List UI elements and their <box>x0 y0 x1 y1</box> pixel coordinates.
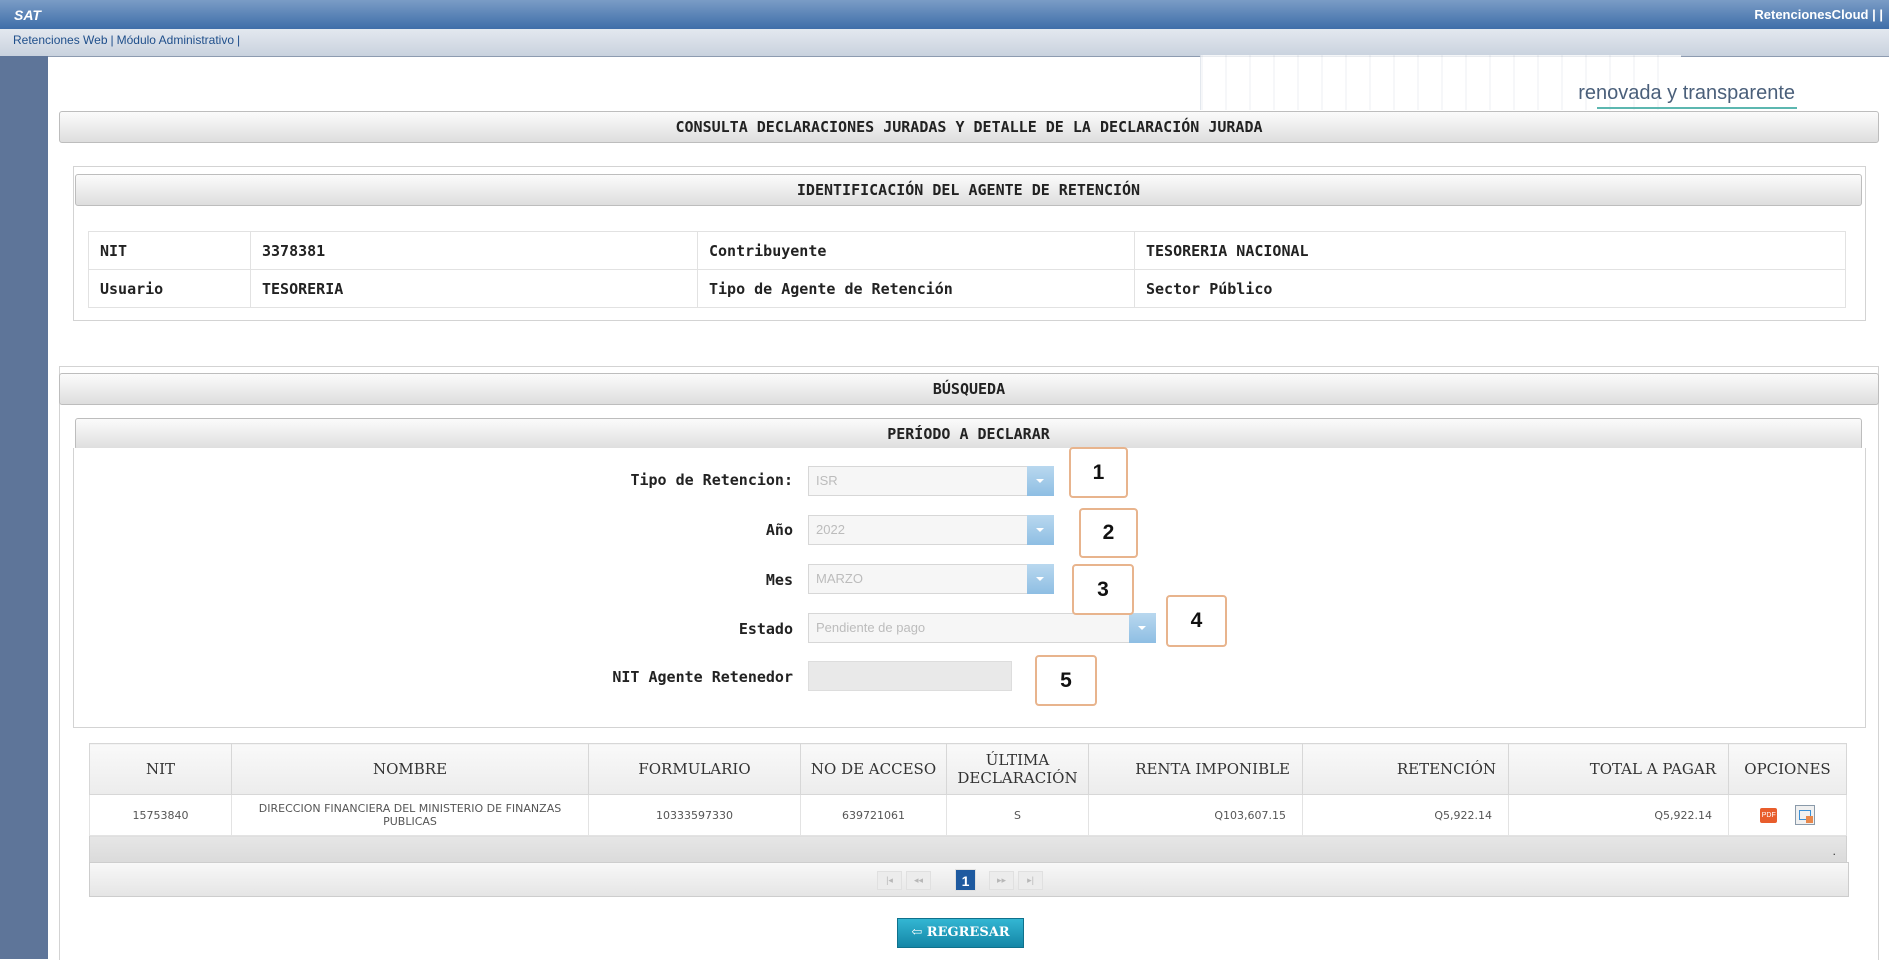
chevron-down-icon[interactable] <box>1027 466 1054 496</box>
nit-agente-input[interactable] <box>808 661 1012 691</box>
table-row[interactable]: 15753840 DIRECCION FINANCIERA DEL MINIST… <box>89 794 1847 836</box>
nit-agente-label: NIT Agente Retenedor <box>612 668 793 686</box>
pager-next-button[interactable]: ▸▸ <box>989 871 1014 890</box>
annotation-badge-3: 3 <box>1072 564 1134 615</box>
header-nombre[interactable]: NOMBRE <box>231 743 589 795</box>
periodo-title-bar: PERÍODO A DECLARAR <box>75 418 1862 450</box>
mes-value: MARZO <box>816 571 863 586</box>
identificacion-title: IDENTIFICACIÓN DEL AGENTE DE RETENCIÓN <box>796 181 1141 199</box>
nav-item-retenciones-web[interactable]: Retenciones Web <box>13 33 108 47</box>
nav-item-modulo-administrativo[interactable]: Módulo Administrativo <box>117 33 234 47</box>
tipo-retencion-select[interactable]: ISR <box>808 466 1054 496</box>
info-label-usuario: Usuario <box>88 269 251 308</box>
info-value-tipo-agente: Sector Público <box>1134 269 1846 308</box>
results-table: NIT NOMBRE FORMULARIO NO DE ACCESO ÚLTIM… <box>89 743 1847 868</box>
header-nit[interactable]: NIT <box>89 743 232 795</box>
pager-current-page[interactable]: 1 <box>955 869 976 891</box>
info-label-nit: NIT <box>88 231 251 270</box>
annotation-badge-4: 4 <box>1166 595 1227 647</box>
slogan-underline <box>1597 107 1797 109</box>
header-formulario[interactable]: FORMULARIO <box>588 743 801 795</box>
tipo-retencion-value: ISR <box>816 473 838 488</box>
identificacion-table: NIT 3378381 Contribuyente TESORERIA NACI… <box>88 231 1846 308</box>
cell-nombre: DIRECCION FINANCIERA DEL MINISTERIO DE F… <box>231 794 589 836</box>
tipo-retencion-label: Tipo de Retencion: <box>630 471 793 489</box>
sat-logo: SAT <box>14 7 41 23</box>
estado-select[interactable]: Pendiente de pago <box>808 613 1156 643</box>
busqueda-title-bar: BÚSQUEDA <box>59 373 1879 405</box>
anio-value: 2022 <box>816 522 845 537</box>
app-name: RetencionesCloud | | <box>1754 7 1883 22</box>
info-value-contribuyente: TESORERIA NACIONAL <box>1134 231 1846 270</box>
identificacion-title-bar: IDENTIFICACIÓN DEL AGENTE DE RETENCIÓN <box>75 174 1862 206</box>
periodo-title: PERÍODO A DECLARAR <box>887 425 1050 443</box>
cell-nit: 15753840 <box>89 794 232 836</box>
info-label-tipo-agente: Tipo de Agente de Retención <box>697 269 1135 308</box>
pdf-icon[interactable]: PDF <box>1760 807 1778 823</box>
header-total-a-pagar[interactable]: TOTAL A PAGAR <box>1508 743 1729 795</box>
cell-opciones: PDF <box>1728 794 1847 836</box>
slogan: renovada y transparente <box>1578 82 1795 104</box>
info-value-usuario: TESORERIA <box>250 269 698 308</box>
anio-label: Año <box>765 521 793 539</box>
busqueda-title: BÚSQUEDA <box>932 380 1006 398</box>
cell-renta-imponible: Q103,607.15 <box>1088 794 1303 836</box>
top-bar: SAT RetencionesCloud | | <box>0 0 1889 29</box>
page-title: CONSULTA DECLARACIONES JURADAS Y DETALLE… <box>675 118 1263 136</box>
pager-prev-button[interactable]: ◂◂ <box>906 871 931 890</box>
mes-label: Mes <box>765 571 793 589</box>
pagination: |◂ ◂◂ 1 ▸▸ ▸| <box>89 862 1849 897</box>
annotation-badge-5: 5 <box>1035 655 1097 706</box>
excel-icon[interactable] <box>1794 805 1815 825</box>
cell-total-a-pagar: Q5,922.14 <box>1508 794 1729 836</box>
chevron-down-icon[interactable] <box>1129 613 1156 643</box>
annotation-badge-2: 2 <box>1079 508 1138 558</box>
mes-select[interactable]: MARZO <box>808 564 1054 594</box>
header-opciones: OPCIONES <box>1728 743 1847 795</box>
chevron-down-icon[interactable] <box>1027 515 1054 545</box>
table-header-row: NIT NOMBRE FORMULARIO NO DE ACCESO ÚLTIM… <box>89 743 1847 795</box>
regresar-button[interactable]: ⇦ REGRESAR <box>897 918 1024 948</box>
estado-value: Pendiente de pago <box>816 620 926 635</box>
nav-bar: Retenciones Web | Módulo Administrativo | <box>0 29 1889 57</box>
left-strip <box>0 56 48 959</box>
header-no-acceso[interactable]: NO DE ACCESO <box>800 743 947 795</box>
estado-label: Estado <box>738 620 793 638</box>
annotation-badge-1: 1 <box>1069 447 1128 498</box>
header-retencion[interactable]: RETENCIÓN <box>1302 743 1509 795</box>
pager-first-button[interactable]: |◂ <box>877 871 902 890</box>
cell-ultima-declaracion: S <box>946 794 1089 836</box>
info-value-nit: 3378381 <box>250 231 698 270</box>
info-row: NIT 3378381 Contribuyente TESORERIA NACI… <box>88 231 1846 270</box>
header-renta-imponible[interactable]: RENTA IMPONIBLE <box>1088 743 1303 795</box>
cell-no-acceso: 639721061 <box>800 794 947 836</box>
anio-select[interactable]: 2022 <box>808 515 1054 545</box>
cell-formulario: 10333597330 <box>588 794 801 836</box>
info-label-contribuyente: Contribuyente <box>697 231 1135 270</box>
chevron-down-icon[interactable] <box>1027 564 1054 594</box>
info-row: Usuario TESORERIA Tipo de Agente de Rete… <box>88 269 1846 308</box>
breadcrumb: Retenciones Web | Módulo Administrativo | <box>13 33 241 47</box>
cell-retencion: Q5,922.14 <box>1302 794 1509 836</box>
pager-last-button[interactable]: ▸| <box>1018 871 1043 890</box>
header-ultima-declaracion[interactable]: ÚLTIMA DECLARACIÓN <box>946 743 1089 795</box>
consulta-title-bar: CONSULTA DECLARACIONES JURADAS Y DETALLE… <box>59 111 1879 143</box>
